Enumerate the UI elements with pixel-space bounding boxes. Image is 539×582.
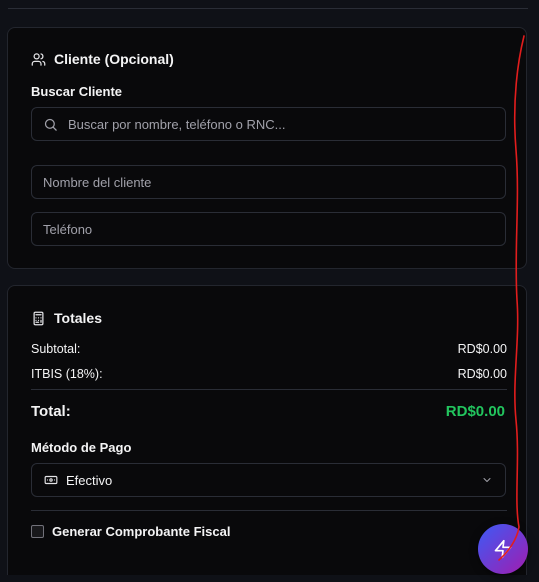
chevron-down-icon (483, 478, 491, 482)
payment-method-value: Efectivo (66, 472, 113, 488)
users-icon (31, 52, 46, 66)
fiscal-receipt-checkbox[interactable] (31, 525, 44, 538)
subtotal-value: RD$0.00 (457, 342, 507, 356)
top-divider (8, 8, 528, 9)
banknote-icon (44, 475, 58, 485)
search-client-input[interactable]: Buscar por nombre, teléfono o RNC... (31, 107, 506, 141)
client-name-placeholder: Nombre del cliente (43, 174, 152, 190)
fiscal-receipt-row[interactable]: Generar Comprobante Fiscal (31, 524, 230, 539)
zap-icon (494, 539, 512, 559)
subtotal-row: Subtotal: RD$0.00 (31, 342, 507, 356)
totals-card-title: Totales (31, 310, 102, 326)
payment-method-label: Método de Pago (31, 440, 132, 455)
quick-action-button[interactable] (478, 524, 528, 574)
payment-method-select[interactable]: Efectivo (31, 463, 506, 497)
fiscal-receipt-label: Generar Comprobante Fiscal (52, 524, 231, 539)
client-card-title: Cliente (Opcional) (31, 51, 174, 67)
client-card: Cliente (Opcional) Buscar Cliente Buscar… (7, 27, 527, 269)
totals-title-text: Totales (54, 310, 102, 326)
search-placeholder: Buscar por nombre, teléfono o RNC... (68, 116, 286, 132)
client-title-text: Cliente (Opcional) (54, 51, 174, 67)
client-phone-input[interactable]: Teléfono (31, 212, 506, 246)
totals-card: Totales Subtotal: RD$0.00 ITBIS (18%): R… (7, 285, 527, 575)
itbis-row: ITBIS (18%): RD$0.00 (31, 367, 507, 381)
calculator-icon (33, 311, 44, 325)
subtotal-label: Subtotal: (31, 342, 81, 356)
itbis-value: RD$0.00 (457, 367, 507, 381)
total-label: Total: (31, 403, 71, 420)
search-icon (44, 118, 57, 131)
total-value: RD$0.00 (445, 403, 505, 420)
payment-divider (31, 510, 507, 511)
search-client-label: Buscar Cliente (31, 84, 123, 99)
client-phone-placeholder: Teléfono (43, 221, 93, 237)
client-name-input[interactable]: Nombre del cliente (31, 165, 506, 199)
totals-divider (31, 389, 507, 390)
itbis-label: ITBIS (18%): (31, 367, 103, 381)
